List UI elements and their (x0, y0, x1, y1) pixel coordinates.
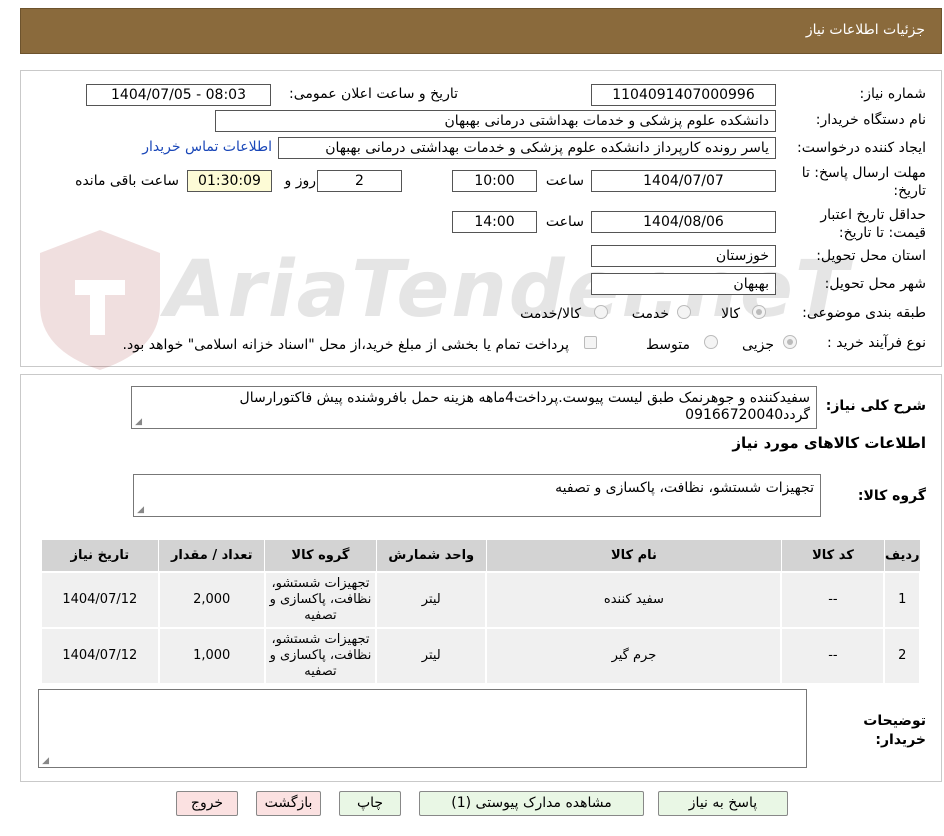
reply-hour-label: ساعت (545, 173, 584, 189)
back-button[interactable]: بازگشت (256, 791, 321, 816)
cell-code: -- (780, 570, 886, 629)
need-number-field: 1104091407000996 (591, 84, 776, 106)
treasury-payment-checkbox[interactable] (584, 336, 597, 349)
col-quantity: تعداد / مقدار (158, 539, 266, 572)
cell-date: 1404/07/12 (40, 626, 160, 685)
cell-group: تجهیزات شستشو، نظافت، پاکسازی و تصفیه (263, 570, 378, 629)
general-desc-label: شرح کلی نیاز: (825, 398, 926, 414)
process-radio-medium[interactable] (704, 335, 718, 349)
buyer-org-field: دانشکده علوم پزشکی و خدمات بهداشتی درمان… (215, 110, 776, 132)
process-option-minor: جزیی (742, 337, 774, 353)
goods-group-text: تجهیزات شستشو، نظافت، پاکسازی و تصفیه (555, 480, 814, 496)
buyer-notes-label: توضیحات خریدار: (863, 713, 926, 748)
cell-name: سفید کننده (485, 570, 783, 629)
process-option-medium: متوسط (646, 337, 690, 353)
price-validity-label: حداقل تاریخ اعتبار قیمت: تا تاریخ: (820, 207, 926, 241)
province-field: خوزستان (591, 245, 776, 267)
goods-group-textarea: تجهیزات شستشو، نظافت، پاکسازی و تصفیه ◢ (133, 474, 821, 517)
validity-hour-field: 14:00 (452, 211, 537, 233)
general-desc-text: سفیدکننده و جوهرنمک طبق لیست پیوست.پرداخ… (239, 390, 810, 423)
city-field: بهبهان (591, 273, 776, 295)
cell-name: جرم گیر (485, 626, 783, 685)
goods-group-label: گروه کالا: (857, 488, 926, 504)
validity-date-field: 1404/08/06 (591, 211, 776, 233)
general-desc-textarea: سفیدکننده و جوهرنمک طبق لیست پیوست.پرداخ… (131, 386, 817, 429)
page-header: جزئیات اطلاعات نیاز (20, 8, 942, 54)
goods-info-heading: اطلاعات کالاهای مورد نیاز (732, 434, 926, 452)
resize-grip-icon[interactable]: ◢ (136, 506, 144, 515)
page-title: جزئیات اطلاعات نیاز (805, 22, 925, 38)
validity-hour-label: ساعت (545, 214, 584, 230)
buyer-contact-link[interactable]: اطلاعات تماس خریدار (142, 139, 272, 155)
treasury-payment-note: پرداخت تمام یا بخشی از مبلغ خرید،از محل … (122, 337, 569, 353)
cell-quantity: 1,000 (157, 626, 266, 685)
col-group: گروه کالا (264, 539, 377, 572)
time-left-field: 01:30:09 (187, 170, 272, 192)
days-left-field: 2 (317, 170, 402, 192)
category-option-goods-service: کالا/خدمت (520, 306, 581, 322)
reply-button[interactable]: پاسخ به نیاز (658, 791, 788, 816)
cell-date: 1404/07/12 (40, 570, 160, 629)
category-label: طبقه بندی موضوعی: (802, 305, 926, 321)
reply-hour-field: 10:00 (452, 170, 537, 192)
col-row: ردیف (883, 539, 921, 572)
col-name: نام کالا (485, 539, 782, 572)
reply-deadline-label: مهلت ارسال پاسخ: تا تاریخ: (801, 165, 926, 199)
remaining-label: ساعت باقی مانده (75, 173, 179, 189)
buyer-notes-textarea[interactable]: ◢ (38, 689, 807, 768)
resize-grip-icon[interactable]: ◢ (41, 757, 49, 766)
announce-datetime-label: تاریخ و ساعت اعلان عمومی: (289, 86, 458, 102)
cell-row: 2 (883, 626, 921, 685)
need-number-label: شماره نیاز: (859, 86, 927, 102)
day-and-label: روز و (284, 173, 317, 189)
cell-row: 1 (883, 570, 921, 629)
col-code: کد کالا (780, 539, 885, 572)
category-radio-goods[interactable] (752, 305, 766, 319)
goods-table: ردیف کد کالا نام کالا واحد شمارش گروه کا… (40, 539, 921, 685)
table-header-row: ردیف کد کالا نام کالا واحد شمارش گروه کا… (40, 539, 921, 572)
cell-group: تجهیزات شستشو، نظافت، پاکسازی و تصفیه (263, 626, 378, 685)
process-type-label: نوع فرآیند خرید : (827, 335, 926, 351)
cell-code: -- (780, 626, 886, 685)
province-label: استان محل تحویل: (816, 248, 926, 264)
requester-field: یاسر رونده کارپرداز دانشکده علوم پزشکی و… (278, 137, 776, 159)
cell-quantity: 2,000 (157, 570, 266, 629)
cell-unit: لیتر (375, 626, 488, 685)
print-button[interactable]: چاپ (339, 791, 401, 816)
cell-unit: لیتر (375, 570, 488, 629)
reply-date-field: 1404/07/07 (591, 170, 776, 192)
category-option-service: خدمت (631, 306, 669, 322)
category-radio-goods-service[interactable] (594, 305, 608, 319)
table-row: 1 -- سفید کننده لیتر تجهیزات شستشو، نظاف… (40, 570, 921, 629)
resize-grip-icon[interactable]: ◢ (134, 418, 142, 427)
exit-button[interactable]: خروج (176, 791, 238, 816)
category-radio-service[interactable] (677, 305, 691, 319)
announce-datetime-field: 1404/07/05 - 08:03 (86, 84, 271, 106)
table-row: 2 -- جرم گیر لیتر تجهیزات شستشو، نظافت، … (40, 626, 921, 685)
process-radio-minor[interactable] (783, 335, 797, 349)
buyer-org-label: نام دستگاه خریدار: (815, 112, 926, 128)
category-option-goods: کالا (721, 306, 740, 322)
view-attachments-button[interactable]: مشاهده مدارک پیوستی (1) (419, 791, 644, 816)
col-unit: واحد شمارش (375, 539, 487, 572)
col-date: تاریخ نیاز (40, 539, 160, 572)
requester-label: ایجاد کننده درخواست: (797, 140, 926, 156)
city-label: شهر محل تحویل: (824, 276, 926, 292)
